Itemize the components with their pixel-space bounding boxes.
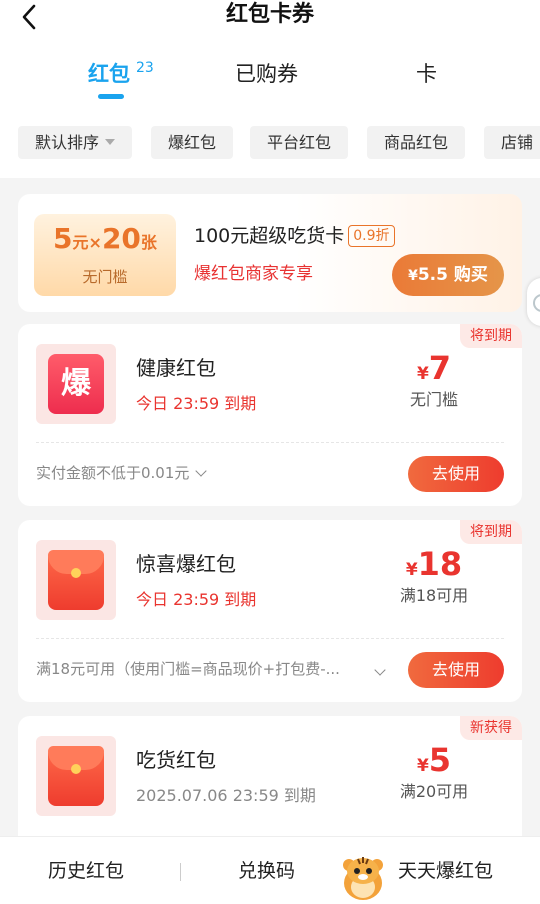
discount-badge: 0.9折 — [348, 225, 395, 247]
coupon-card: 将到期 惊喜爆红包 今日 23:59 到期 ¥18 满18可用 满18元可用（使… — [18, 520, 522, 702]
filter-platform-red-packet[interactable]: 平台红包 — [250, 126, 349, 159]
bao-icon: 爆 — [48, 354, 104, 414]
history-red-packets-link[interactable]: 历史红包 — [48, 857, 124, 885]
red-envelope-icon — [48, 746, 104, 806]
tiger-mascot-icon — [343, 857, 383, 900]
floating-side-handle[interactable] — [527, 278, 540, 326]
bottom-bar: 历史红包 兑换码 天天爆红包 — [0, 836, 540, 904]
promo-ticket: 5元×20张 无门槛 — [34, 214, 176, 296]
promo-card[interactable]: 5元×20张 无门槛 100元超级吃货卡 0.9折 爆红包商家专享 ¥5.5 购买 — [18, 194, 522, 312]
tab-bar: 红包 23 已购券 卡 — [0, 58, 540, 108]
tab-red-packets[interactable]: 红包 23 — [88, 58, 154, 90]
ticket-amount: 5 — [53, 222, 73, 255]
coupon-icon — [36, 540, 116, 620]
filter-store-red-packet[interactable]: 店铺 — [484, 126, 540, 159]
filter-product-red-packet[interactable]: 商品红包 — [367, 126, 466, 159]
tab-label: 红包 — [88, 62, 130, 86]
buy-label: 5.5 购买 — [417, 265, 488, 285]
currency-symbol: ¥ — [416, 756, 429, 776]
use-button[interactable]: 去使用 — [408, 456, 504, 492]
currency-symbol: ¥ — [416, 364, 429, 384]
amount-value: 5 — [428, 741, 452, 779]
caret-down-icon — [105, 138, 116, 145]
ticket-qty-unit: 张 — [140, 233, 157, 252]
coupon-icon — [36, 736, 116, 816]
coupon-note: 实付金额不低于0.01元 — [36, 464, 190, 482]
coupon-condition: 无门槛 — [409, 390, 458, 409]
chevron-down-icon[interactable] — [374, 664, 386, 676]
coupon-note-toggle[interactable]: 实付金额不低于0.01元 — [36, 462, 208, 484]
coupon-expiry: 今日 23:59 到期 — [136, 590, 257, 609]
coupon-expiry: 2025.07.06 23:59 到期 — [136, 786, 316, 805]
coupon-expiry: 今日 23:59 到期 — [136, 394, 257, 413]
coupon-name: 惊喜爆红包 — [136, 552, 236, 576]
redeem-code-link[interactable]: 兑换码 — [238, 857, 295, 885]
divider — [36, 442, 504, 443]
red-envelope-icon — [48, 550, 104, 610]
coupon-card: 将到期 爆 健康红包 今日 23:59 到期 ¥7 无门槛 实付金额不低于0.0… — [18, 324, 522, 506]
tab-active-indicator — [98, 94, 124, 99]
coupon-card: 新获得 吃货红包 2025.07.06 23:59 到期 ¥5 满20可用 — [18, 716, 522, 856]
promo-ticket-sub: 无门槛 — [82, 268, 128, 286]
filter-sort[interactable]: 默认排序 — [18, 126, 133, 159]
promo-subtitle: 爆红包商家专享 — [194, 264, 313, 284]
coupon-condition: 满20可用 — [399, 782, 469, 801]
tab-count-badge: 23 — [136, 60, 154, 76]
page-title: 红包卡券 — [225, 2, 314, 27]
promo-title: 100元超级吃货卡 0.9折 — [194, 224, 395, 248]
status-badge: 新获得 — [460, 716, 522, 740]
ticket-times: × — [88, 233, 102, 252]
currency-symbol: ¥ — [405, 560, 418, 580]
promo-ticket-amount: 5元×20张 — [34, 222, 176, 260]
ticket-unit: 元 — [72, 233, 89, 252]
buy-currency: ¥ — [408, 268, 418, 284]
buy-button[interactable]: ¥5.5 购买 — [392, 254, 504, 296]
amount-value: 7 — [428, 349, 452, 387]
daily-bao-red-packet-link[interactable]: 天天爆红包 — [398, 857, 493, 885]
coupon-icon: 爆 — [36, 344, 116, 424]
coupon-name: 吃货红包 — [136, 748, 216, 772]
coupon-name: 健康红包 — [136, 356, 216, 380]
filter-bao-red-packet[interactable]: 爆红包 — [151, 126, 234, 159]
divider — [180, 863, 181, 881]
divider — [36, 638, 504, 639]
amount-value: 18 — [417, 545, 463, 583]
chevron-down-icon — [195, 465, 208, 477]
coupon-note: 满18元可用（使用门槛=商品现价+打包费-... — [36, 660, 340, 678]
status-badge: 将到期 — [460, 520, 522, 544]
promo-title-text: 100元超级吃货卡 — [194, 225, 345, 247]
tab-purchased-coupons[interactable]: 已购券 — [235, 58, 298, 90]
header: 红包卡券 红包 23 已购券 卡 默认排序 爆红包 平台红包 商品红包 店铺 — [0, 0, 540, 178]
coupon-condition: 满18可用 — [399, 586, 469, 605]
status-badge: 将到期 — [460, 324, 522, 348]
ticket-qty: 20 — [101, 222, 141, 255]
filter-sort-label: 默认排序 — [35, 133, 100, 152]
tab-cards[interactable]: 卡 — [416, 58, 437, 90]
use-button[interactable]: 去使用 — [408, 652, 504, 688]
